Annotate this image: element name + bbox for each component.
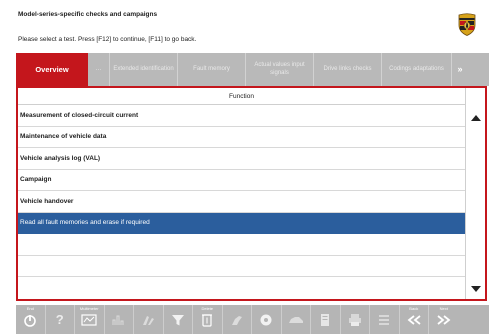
vehicle-icon xyxy=(288,316,303,323)
arrow-up-icon xyxy=(471,115,481,121)
car-tools-button[interactable] xyxy=(134,305,164,334)
hand-icon xyxy=(231,315,242,325)
tab-actual-values[interactable]: Actual values input signals xyxy=(246,53,314,86)
tabs-more-button[interactable]: » xyxy=(452,53,468,86)
back-button[interactable]: Back xyxy=(400,305,429,334)
list-item-selected[interactable]: Read all fault memories and erase if req… xyxy=(18,212,465,234)
vehicle-button[interactable] xyxy=(282,305,311,334)
record-button[interactable] xyxy=(252,305,282,334)
record-icon xyxy=(260,314,272,325)
back-icon xyxy=(407,314,421,325)
tab-codings-adaptations[interactable]: Codings adaptations xyxy=(382,53,452,86)
tab-fault-memory[interactable]: Fault memory xyxy=(178,53,246,86)
page-title: Model-series-specific checks and campaig… xyxy=(18,11,158,18)
multimeter-caption: Multimeter xyxy=(79,306,99,311)
print-icon xyxy=(348,313,361,326)
list-item[interactable]: Campaign xyxy=(18,170,465,191)
back-caption: Back xyxy=(409,306,419,311)
help-button[interactable]: ? xyxy=(46,305,75,334)
vertical-scrollbar[interactable] xyxy=(465,88,485,299)
delete-button[interactable]: Delete xyxy=(193,305,223,334)
arrow-down-icon xyxy=(471,286,481,292)
car-icon xyxy=(143,315,155,325)
power-icon xyxy=(24,314,37,327)
list-item[interactable]: Vehicle analysis log (VAL) xyxy=(18,148,465,170)
end-caption: End xyxy=(26,306,34,311)
instruction-text: Please select a test. Press [F12] to con… xyxy=(18,36,197,43)
list-item[interactable]: Vehicle handover xyxy=(18,191,465,213)
list-button[interactable] xyxy=(370,305,400,334)
signal-graph-button[interactable] xyxy=(105,305,134,334)
empty-row xyxy=(18,234,465,256)
delete-caption: Delete xyxy=(201,306,214,311)
next-button[interactable]: Next xyxy=(429,305,459,334)
help-icon: ? xyxy=(55,312,64,327)
list-item[interactable]: Measurement of closed-circuit current xyxy=(18,105,465,127)
multimeter-button[interactable]: Multimeter xyxy=(75,305,105,334)
empty-row xyxy=(18,256,465,277)
crest-logo-icon xyxy=(458,13,476,36)
print-button[interactable] xyxy=(341,305,370,334)
tab-overview[interactable]: Overview xyxy=(16,53,88,86)
scroll-up-button[interactable] xyxy=(469,111,483,125)
end-button[interactable]: End xyxy=(16,305,46,334)
filter-icon xyxy=(171,314,184,325)
hand-button[interactable] xyxy=(223,305,252,334)
next-caption: Next xyxy=(439,306,448,311)
tab-extended-identification[interactable]: Extended identification xyxy=(110,53,178,86)
delete-icon xyxy=(202,314,213,327)
document-button[interactable] xyxy=(311,305,341,334)
list-icon xyxy=(379,314,390,325)
header: Model-series-specific checks and campaig… xyxy=(0,0,489,50)
next-icon xyxy=(437,314,451,325)
signal-graph-icon xyxy=(112,315,124,325)
function-list: Measurement of closed-circuit current Ma… xyxy=(18,105,465,277)
tab-ellipsis[interactable]: … xyxy=(88,53,110,86)
column-header-function: Function xyxy=(18,88,465,105)
tab-bar: Overview … Extended identification Fault… xyxy=(16,53,489,86)
tab-drive-links[interactable]: Drive links checks xyxy=(314,53,382,86)
bottom-toolbar: End ? Multimeter Delete Back Next xyxy=(16,305,489,334)
scroll-down-button[interactable] xyxy=(469,282,483,296)
filter-button[interactable] xyxy=(164,305,193,334)
list-item[interactable]: Maintenance of vehicle data xyxy=(18,127,465,148)
multimeter-icon xyxy=(81,313,97,326)
document-icon xyxy=(321,313,330,326)
function-list-panel: Function Measurement of closed-circuit c… xyxy=(16,86,487,301)
